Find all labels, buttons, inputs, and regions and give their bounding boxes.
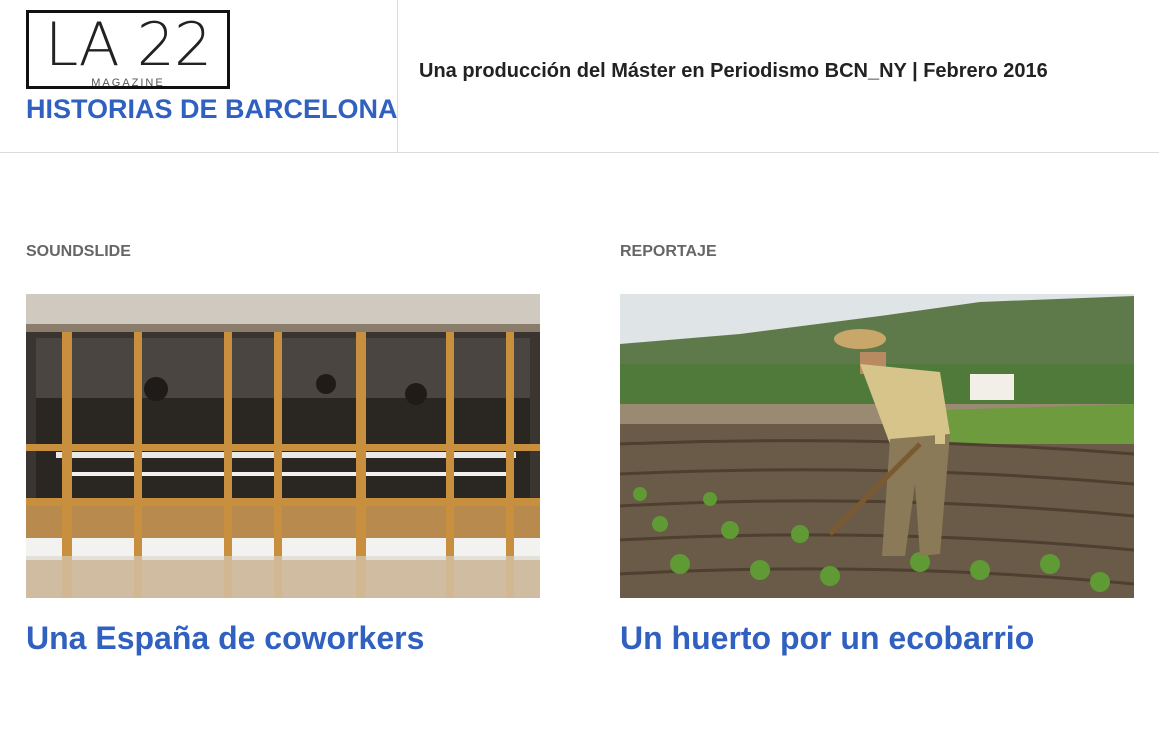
- article-title[interactable]: Un huerto por un ecobarrio: [620, 618, 1134, 658]
- la22-logo[interactable]: LA 22 MAGAZINE: [26, 10, 230, 89]
- article-thumbnail[interactable]: [620, 294, 1134, 598]
- logo-text: LA 22: [44, 10, 212, 80]
- site-title[interactable]: HISTORIAS DE BARCELONA: [26, 93, 398, 126]
- article-category[interactable]: SOUNDSLIDE: [26, 240, 540, 264]
- article-card: REPORTAJE Un huerto por un ecobarrio: [620, 240, 1134, 658]
- article-title[interactable]: Una España de coworkers: [26, 618, 540, 658]
- farmer-in-field-photo: [620, 294, 1134, 598]
- site-header: LA 22 MAGAZINE HISTORIAS DE BARCELONA Un…: [0, 0, 1159, 153]
- article-category[interactable]: REPORTAJE: [620, 240, 1134, 264]
- article-card: SOUNDSLIDE Una España de coworkers: [26, 240, 540, 658]
- logo-subtext: MAGAZINE: [91, 77, 165, 89]
- coworking-office-photo: [26, 294, 540, 598]
- site-tagline: Una producción del Máster en Periodismo …: [419, 60, 1048, 82]
- article-thumbnail[interactable]: [26, 294, 540, 598]
- brand-block: LA 22 MAGAZINE HISTORIAS DE BARCELONA: [0, 0, 398, 153]
